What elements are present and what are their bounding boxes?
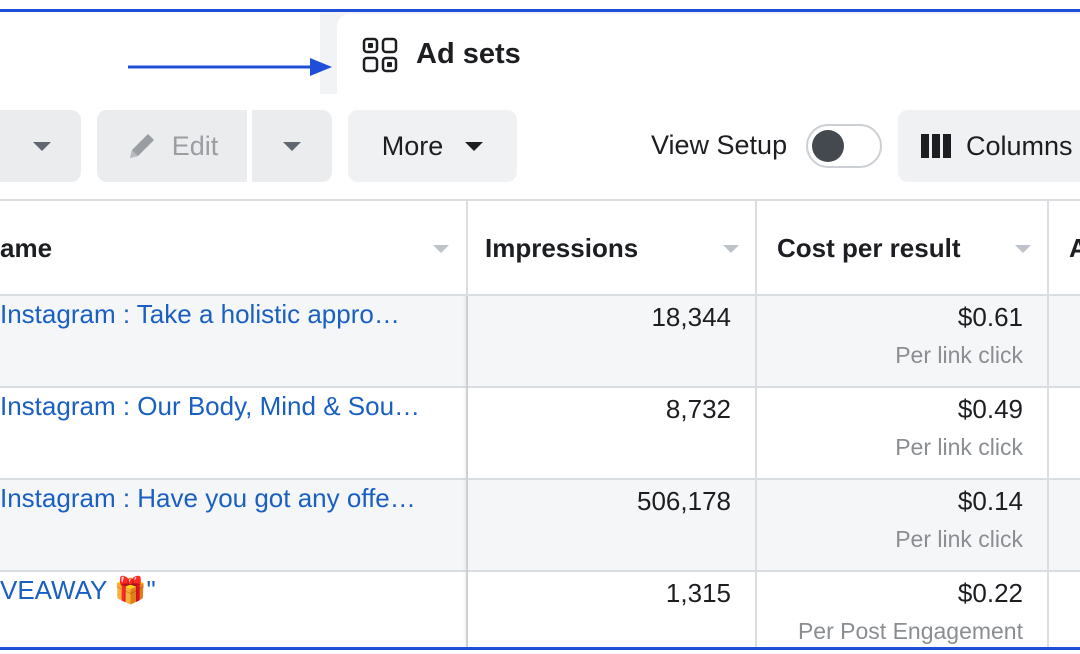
cost-type: Per Post Engagement — [797, 618, 1023, 644]
highlight-frame-bottom — [0, 647, 1080, 650]
ad-set-name-link[interactable]: Instagram : Our Body, Mind & Sou… — [0, 391, 420, 422]
cost-cell: $0.14 Per link click — [757, 480, 1049, 572]
cost-type: Per link click — [895, 434, 1023, 460]
more-button[interactable]: More — [348, 110, 517, 182]
tab-left-area — [0, 12, 320, 94]
columns-button[interactable]: Columns — [898, 110, 1080, 182]
next-cell — [1049, 296, 1080, 388]
chevron-down-icon — [32, 141, 51, 151]
name-cell: Instagram : Take a holistic appro… — [0, 296, 468, 388]
next-cell — [1049, 480, 1080, 572]
column-header-cost-per-result[interactable]: Cost per result — [757, 201, 1049, 296]
sort-caret-icon[interactable] — [1015, 245, 1031, 253]
cost-value: $0.14 — [957, 486, 1023, 516]
table-row[interactable]: Instagram : Our Body, Mind & Sou… 8,732 … — [0, 388, 1080, 480]
column-header-next[interactable]: A — [1049, 201, 1080, 296]
table-row[interactable]: Instagram : Have you got any offe… 506,1… — [0, 480, 1080, 572]
arrow-pointer-icon — [128, 58, 332, 76]
edit-button[interactable]: Edit — [97, 110, 247, 182]
cost-type: Per link click — [895, 526, 1023, 552]
pencil-icon — [129, 134, 154, 158]
impressions-cell: 1,315 — [468, 572, 757, 647]
name-cell: Instagram : Our Body, Mind & Sou… — [0, 388, 468, 480]
next-cell — [1049, 388, 1080, 480]
impressions-value: 506,178 — [637, 486, 731, 516]
chevron-down-icon — [283, 141, 301, 151]
toggle-knob — [812, 130, 844, 162]
impressions-value: 18,344 — [651, 302, 731, 332]
column-header-label: Cost per result — [777, 233, 961, 263]
impressions-cell: 8,732 — [468, 388, 757, 480]
table-row[interactable]: VEAWAY 🎁" 1,315 $0.22 Per Post Engagemen… — [0, 572, 1080, 647]
toolbar: Edit More View Setup Columns — [0, 96, 1080, 200]
chevron-down-icon — [465, 141, 484, 151]
column-header-label: ame — [0, 233, 53, 263]
cost-value: $0.61 — [957, 302, 1023, 332]
columns-icon — [921, 134, 951, 158]
ad-set-name-link[interactable]: VEAWAY 🎁" — [0, 575, 156, 606]
column-header-impressions[interactable]: Impressions — [468, 201, 757, 296]
name-cell: VEAWAY 🎁" — [0, 572, 468, 647]
impressions-value: 8,732 — [665, 394, 731, 424]
impressions-value: 1,315 — [665, 578, 731, 608]
actions-dropdown-button[interactable] — [0, 110, 81, 182]
cost-value: $0.49 — [957, 394, 1023, 424]
cost-type: Per link click — [895, 342, 1023, 368]
table-header-row: ame Impressions Cost per result A — [0, 199, 1080, 296]
cost-value: $0.22 — [957, 578, 1023, 608]
impressions-cell: 18,344 — [468, 296, 757, 388]
cost-cell: $0.49 Per link click — [757, 388, 1049, 480]
ad-set-name-link[interactable]: Instagram : Take a holistic appro… — [0, 299, 400, 330]
sort-caret-icon[interactable] — [433, 245, 449, 253]
view-setup-label: View Setup — [651, 130, 788, 160]
cost-cell: $0.22 Per Post Engagement — [757, 572, 1049, 647]
name-cell: Instagram : Have you got any offe… — [0, 480, 468, 572]
frozen-column-shadow — [463, 296, 468, 647]
edit-dropdown-button[interactable] — [252, 110, 332, 182]
column-header-label: A — [1069, 233, 1080, 263]
impressions-cell: 506,178 — [468, 480, 757, 572]
cost-cell: $0.61 Per link click — [757, 296, 1049, 388]
next-cell — [1049, 572, 1080, 647]
table-row[interactable]: Instagram : Take a holistic appro… 18,34… — [0, 296, 1080, 388]
highlight-frame-top — [0, 9, 1080, 12]
ad-set-name-link[interactable]: Instagram : Have you got any offe… — [0, 483, 416, 514]
edit-label: Edit — [171, 130, 219, 161]
sort-caret-icon[interactable] — [723, 245, 739, 253]
columns-label: Columns — [966, 130, 1073, 161]
column-header-label: Impressions — [485, 233, 639, 263]
ad-sets-table: ame Impressions Cost per result A Instag… — [0, 199, 1080, 647]
more-label: More — [381, 130, 444, 161]
grid-icon — [362, 37, 398, 73]
column-header-name[interactable]: ame — [0, 201, 468, 296]
view-setup-toggle[interactable] — [806, 124, 882, 168]
tab-title: Ad sets — [416, 38, 521, 70]
tab-ad-sets[interactable]: Ad sets — [337, 14, 1080, 96]
